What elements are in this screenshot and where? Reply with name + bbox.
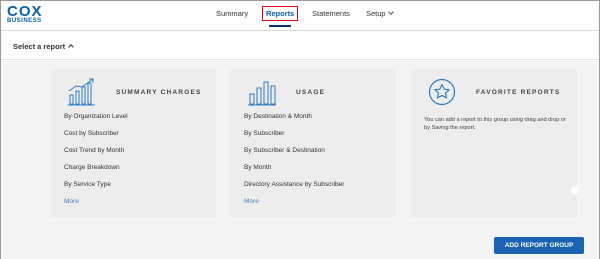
select-report-label: Select a report bbox=[13, 42, 66, 51]
card-usage: USAGE By Destination & Month By Subscrib… bbox=[230, 69, 396, 217]
more-link[interactable]: More bbox=[64, 198, 79, 205]
chevron-down-icon bbox=[387, 9, 394, 15]
bar-chart-icon bbox=[248, 81, 276, 106]
active-tab-indicator bbox=[269, 25, 291, 27]
report-link-by-subscriber[interactable]: By Subscriber bbox=[244, 130, 344, 147]
report-link-by-destination-month[interactable]: By Destination & Month bbox=[244, 113, 344, 130]
tab-summary[interactable]: Summary bbox=[216, 9, 248, 18]
report-list: By Destination & Month By Subscriber By … bbox=[244, 113, 344, 198]
select-report-toggle[interactable]: Select a report bbox=[13, 42, 74, 51]
report-link-by-service-type[interactable]: By Service Type bbox=[64, 181, 128, 198]
card-title: FAVORITE REPORTS bbox=[476, 89, 561, 96]
report-link-directory-assistance[interactable]: Directory Assistance by Subscriber bbox=[244, 181, 344, 198]
carousel-next-handle[interactable] bbox=[571, 186, 579, 194]
tab-statements[interactable]: Statements bbox=[312, 9, 350, 18]
tab-setup[interactable]: Setup bbox=[366, 9, 394, 18]
report-groups-area: SUMMARY CHARGES By Organization Level Co… bbox=[1, 61, 599, 259]
report-link-charge-breakdown[interactable]: Charge Breakdown bbox=[64, 164, 128, 181]
card-summary-charges: SUMMARY CHARGES By Organization Level Co… bbox=[50, 69, 216, 217]
add-report-group-button[interactable]: ADD REPORT GROUP bbox=[494, 237, 584, 254]
top-header: COX BUSINESS Summary Reports Statements … bbox=[1, 1, 599, 31]
card-favorite-reports: FAVORITE REPORTS You can add a report to… bbox=[410, 69, 577, 217]
app-window: COX BUSINESS Summary Reports Statements … bbox=[0, 0, 600, 259]
report-link-cost-trend-by-month[interactable]: Cost Trend by Month bbox=[64, 147, 128, 164]
report-link-by-subscriber-destination[interactable]: By Subscriber & Destination bbox=[244, 147, 344, 164]
favorites-description: You can add a report to this group using… bbox=[424, 117, 566, 131]
main-nav: Summary Reports Statements Setup bbox=[1, 1, 599, 31]
report-link-by-month[interactable]: By Month bbox=[244, 164, 344, 181]
report-link-cost-by-subscriber[interactable]: Cost by Subscriber bbox=[64, 130, 128, 147]
report-selector-bar: Select a report bbox=[1, 32, 599, 60]
more-link[interactable]: More bbox=[244, 198, 259, 205]
card-title: USAGE bbox=[296, 89, 326, 96]
card-title: SUMMARY CHARGES bbox=[116, 89, 202, 96]
bar-chart-trend-icon bbox=[68, 78, 95, 106]
report-link-by-organization-level[interactable]: By Organization Level bbox=[64, 113, 128, 130]
report-list: By Organization Level Cost by Subscriber… bbox=[64, 113, 128, 198]
tab-reports[interactable]: Reports bbox=[262, 6, 299, 21]
star-circle-icon bbox=[428, 78, 456, 106]
chevron-up-icon bbox=[68, 44, 74, 50]
tab-setup-label: Setup bbox=[366, 9, 386, 18]
